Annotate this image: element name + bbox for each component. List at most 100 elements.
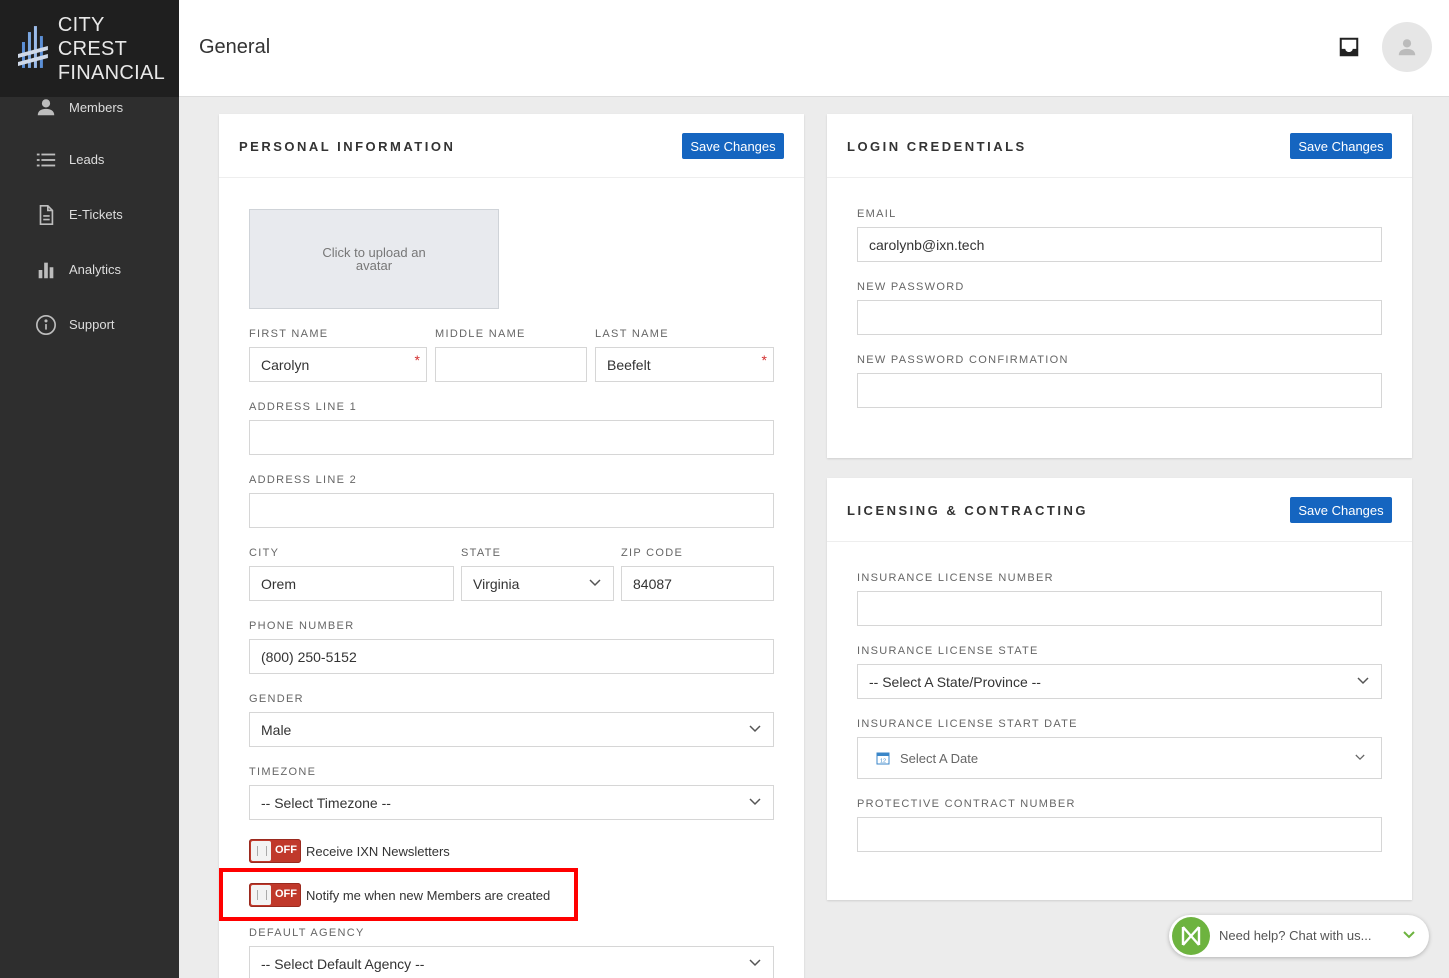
state-select[interactable]: Virginia <box>461 566 614 601</box>
license-state-select[interactable]: -- Select A State/Province -- <box>857 664 1382 699</box>
city-label: CITY <box>249 547 280 559</box>
panel-title: LICENSING & CONTRACTING <box>847 503 1088 518</box>
last-name-label: LAST NAME <box>595 328 669 340</box>
document-icon <box>35 204 57 226</box>
address-line-2-label: ADDRESS LINE 2 <box>249 474 358 486</box>
first-name-field[interactable]: Carolyn * <box>249 347 427 382</box>
brand-line-1: CITY CREST <box>57 13 128 60</box>
panel-header: LICENSING & CONTRACTING Save Changes <box>827 478 1412 542</box>
email-label: EMAIL <box>857 208 897 220</box>
chevron-down-icon <box>1355 754 1365 761</box>
timezone-select[interactable]: -- Select Timezone -- <box>249 785 774 820</box>
first-name-value: Carolyn <box>261 356 310 373</box>
bar-chart-icon <box>35 259 57 281</box>
license-number-label: INSURANCE LICENSE NUMBER <box>857 572 1054 584</box>
chevron-down-icon[interactable] <box>1403 931 1415 939</box>
default-agency-value: -- Select Default Agency -- <box>261 955 425 972</box>
save-licensing-button[interactable]: Save Changes <box>1290 497 1392 523</box>
chevron-down-icon <box>1357 677 1369 685</box>
list-icon <box>35 149 57 171</box>
last-name-value: Beefelt <box>607 356 651 373</box>
toggle-knob <box>251 841 271 861</box>
toggle-state: OFF <box>275 844 297 856</box>
inbox-icon[interactable] <box>1338 36 1360 58</box>
avatar-upload[interactable]: Click to upload an avatar <box>249 209 499 309</box>
sidebar-item-analytics[interactable]: Analytics <box>0 242 179 297</box>
chat-logo-icon <box>1172 917 1210 955</box>
sidebar-item-label: Members <box>69 99 124 115</box>
sidebar-item-e-tickets[interactable]: E-Tickets <box>0 187 179 242</box>
brand-name: CITY CREST FINANCIAL <box>58 13 179 85</box>
user-avatar[interactable] <box>1382 22 1432 72</box>
password-confirmation-field[interactable] <box>857 373 1382 408</box>
sidebar-item-leads[interactable]: Leads <box>0 132 179 187</box>
person-icon <box>35 96 57 118</box>
brand-logo-icon <box>18 25 48 68</box>
chat-text: Need help? Chat with us... <box>1219 928 1372 943</box>
phone-number-field[interactable]: (800) 250-5152 <box>249 639 774 674</box>
panel-title: LOGIN CREDENTIALS <box>847 139 1027 154</box>
gender-select[interactable]: Male <box>249 712 774 747</box>
city-value: Orem <box>261 575 296 592</box>
state-value: Virginia <box>473 575 520 592</box>
email-value: carolynb@ixn.tech <box>869 236 985 253</box>
newsletter-label: Receive IXN Newsletters <box>306 844 450 859</box>
password-confirmation-label: NEW PASSWORD CONFIRMATION <box>857 354 1069 366</box>
phone-number-value: (800) 250-5152 <box>261 648 357 665</box>
zip-code-label: ZIP CODE <box>621 547 684 559</box>
email-field[interactable]: carolynb@ixn.tech <box>857 227 1382 262</box>
address-line-1-field[interactable] <box>249 420 774 455</box>
middle-name-field[interactable] <box>435 347 587 382</box>
zip-code-field[interactable]: 84087 <box>621 566 774 601</box>
chevron-down-icon <box>749 959 761 967</box>
new-password-label: NEW PASSWORD <box>857 281 965 293</box>
default-agency-select[interactable]: -- Select Default Agency -- <box>249 946 774 978</box>
sidebar-item-members[interactable]: Members <box>0 82 179 132</box>
chevron-down-icon <box>749 798 761 806</box>
login-credentials-panel: LOGIN CREDENTIALS Save Changes EMAIL car… <box>827 114 1412 458</box>
page-title: General <box>199 36 271 58</box>
top-header: General <box>179 0 1449 97</box>
city-field[interactable]: Orem <box>249 566 454 601</box>
default-agency-label: DEFAULT AGENCY <box>249 927 365 939</box>
zip-code-value: 84087 <box>633 575 672 592</box>
licensing-contracting-panel: LICENSING & CONTRACTING Save Changes INS… <box>827 478 1412 900</box>
sidebar-item-label: Support <box>69 317 115 332</box>
new-password-field[interactable] <box>857 300 1382 335</box>
license-number-field[interactable] <box>857 591 1382 626</box>
address-line-2-field[interactable] <box>249 493 774 528</box>
address-line-1-label: ADDRESS LINE 1 <box>249 401 358 413</box>
highlight-box <box>219 868 578 921</box>
chat-widget[interactable]: Need help? Chat with us... <box>1169 915 1429 957</box>
newsletter-toggle[interactable]: OFF <box>249 839 301 863</box>
protective-contract-label: PROTECTIVE CONTRACT NUMBER <box>857 798 1076 810</box>
license-state-value: -- Select A State/Province -- <box>869 673 1041 690</box>
required-marker: * <box>414 352 420 368</box>
first-name-label: FIRST NAME <box>249 328 329 340</box>
phone-number-label: PHONE NUMBER <box>249 620 355 632</box>
license-start-date-picker[interactable]: 12 Select A Date <box>857 737 1382 779</box>
protective-contract-field[interactable] <box>857 817 1382 852</box>
timezone-label: TIMEZONE <box>249 766 317 778</box>
panel-header: LOGIN CREDENTIALS Save Changes <box>827 114 1412 178</box>
license-start-date-value: Select A Date <box>900 750 979 766</box>
person-icon <box>1398 39 1416 56</box>
save-login-button[interactable]: Save Changes <box>1290 133 1392 159</box>
sidebar-item-support[interactable]: Support <box>0 297 179 352</box>
license-start-date-label: INSURANCE LICENSE START DATE <box>857 718 1078 730</box>
svg-text:12: 12 <box>880 759 886 765</box>
avatar-upload-text: Click to upload an avatar <box>322 245 426 273</box>
chevron-down-icon <box>749 725 761 733</box>
gender-value: Male <box>261 721 292 738</box>
middle-name-label: MIDDLE NAME <box>435 328 526 340</box>
panel-title: PERSONAL INFORMATION <box>239 139 456 154</box>
required-marker: * <box>761 352 767 368</box>
last-name-field[interactable]: Beefelt * <box>595 347 774 382</box>
sidebar-item-label: Leads <box>69 152 105 167</box>
save-personal-button[interactable]: Save Changes <box>682 133 784 159</box>
sidebar-item-label: Analytics <box>69 262 122 277</box>
brand-line-2: FINANCIAL <box>57 61 166 84</box>
panel-header: PERSONAL INFORMATION Save Changes <box>219 114 804 178</box>
info-icon <box>35 314 57 336</box>
chevron-down-icon <box>589 579 601 587</box>
